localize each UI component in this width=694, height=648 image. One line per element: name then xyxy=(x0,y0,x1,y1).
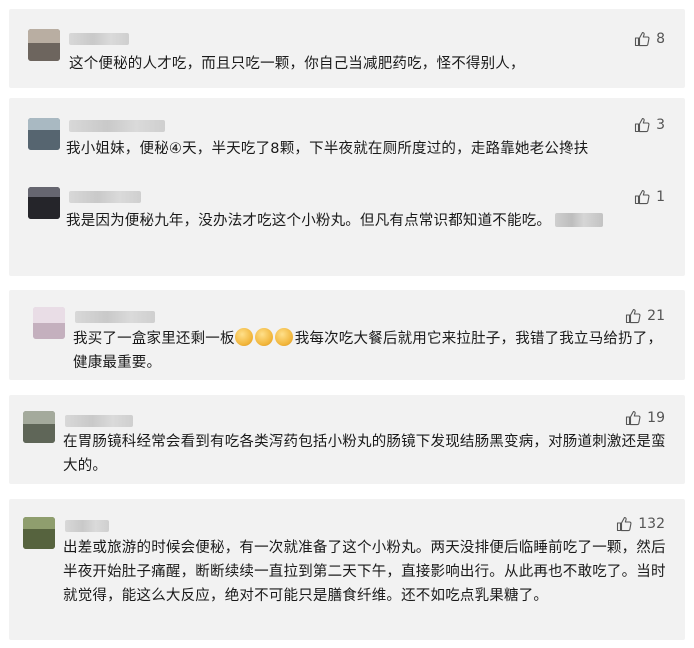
avatar[interactable] xyxy=(28,118,60,150)
commenter-name xyxy=(75,311,155,323)
avatar[interactable] xyxy=(23,517,55,549)
thumbs-up-icon xyxy=(625,410,641,426)
commenter-name xyxy=(69,33,129,45)
like-button[interactable]: 1 xyxy=(634,189,665,205)
comment-text: 我是因为便秘九年，没办法才吃这个小粉丸。但凡有点常识都知道不能吃。 xyxy=(66,209,604,233)
thumbs-up-icon xyxy=(634,189,650,205)
comment-text: 出差或旅游的时候会便秘，有一次就准备了这个小粉丸。两天没排便后临睡前吃了一颗，然… xyxy=(63,540,666,604)
blurred-text xyxy=(555,213,604,227)
like-count: 21 xyxy=(647,308,665,324)
comment-text: 我小姐妹，便秘④天，半天吃了8颗，下半夜就在厕所度过的，走路靠她老公搀扶 xyxy=(66,141,589,157)
like-count: 1 xyxy=(656,189,665,205)
comment-card: 3 我小姐妹，便秘④天，半天吃了8颗，下半夜就在厕所度过的，走路靠她老公搀扶 1… xyxy=(9,98,685,276)
thumbs-up-icon xyxy=(625,308,641,324)
like-button[interactable]: 3 xyxy=(634,117,665,133)
like-button[interactable]: 8 xyxy=(634,31,665,47)
comment-card: 19 在胃肠镜科经常会看到有吃各类泻药包括小粉丸的肠镜下发现结肠黑变病，对肠道刺… xyxy=(9,395,685,484)
avatar[interactable] xyxy=(28,29,60,61)
thumbs-up-icon xyxy=(616,516,632,532)
laughing-face-emoji-icon xyxy=(234,328,253,346)
like-button[interactable]: 132 xyxy=(616,516,665,532)
comment-text: 在胃肠镜科经常会看到有吃各类泻药包括小粉丸的肠镜下发现结肠黑变病，对肠道刺激还是… xyxy=(63,434,666,474)
like-count: 8 xyxy=(656,31,665,47)
comment-text: 这个便秘的人才吃，而且只吃一颗，你自己当减肥药吃，怪不得别人， xyxy=(69,56,525,72)
comment-card: 8 这个便秘的人才吃，而且只吃一颗，你自己当减肥药吃，怪不得别人， xyxy=(9,9,685,88)
commenter-name xyxy=(69,191,141,203)
like-count: 132 xyxy=(638,516,665,532)
thumbs-up-icon xyxy=(634,31,650,47)
commenter-name xyxy=(65,520,109,532)
like-button[interactable]: 19 xyxy=(625,410,665,426)
like-count: 19 xyxy=(647,410,665,426)
comment-card: 132 出差或旅游的时候会便秘，有一次就准备了这个小粉丸。两天没排便后临睡前吃了… xyxy=(9,499,685,640)
comment-text-content: 我是因为便秘九年，没办法才吃这个小粉丸。但凡有点常识都知道不能吃。 xyxy=(66,213,552,229)
avatar[interactable] xyxy=(23,411,55,443)
commenter-name xyxy=(69,120,165,132)
commenter-name xyxy=(65,415,133,427)
avatar[interactable] xyxy=(28,187,60,219)
thumbs-up-icon xyxy=(634,117,650,133)
laughing-face-emoji-icon xyxy=(274,328,293,346)
comment-text: 我买了一盒家里还剩一板 我每次吃大餐后就用它来拉肚子，我错了我立马给扔了，健康最重… xyxy=(73,327,673,375)
like-count: 3 xyxy=(656,117,665,133)
avatar[interactable] xyxy=(33,307,65,339)
like-button[interactable]: 21 xyxy=(625,308,665,324)
comment-card: 21 我买了一盒家里还剩一板 我每次吃大餐后就用它来拉肚子，我错了我立马给扔了，健… xyxy=(9,290,685,380)
laughing-face-emoji-icon xyxy=(254,328,273,346)
comment-text-part: 我买了一盒家里还剩一板 xyxy=(73,331,235,347)
